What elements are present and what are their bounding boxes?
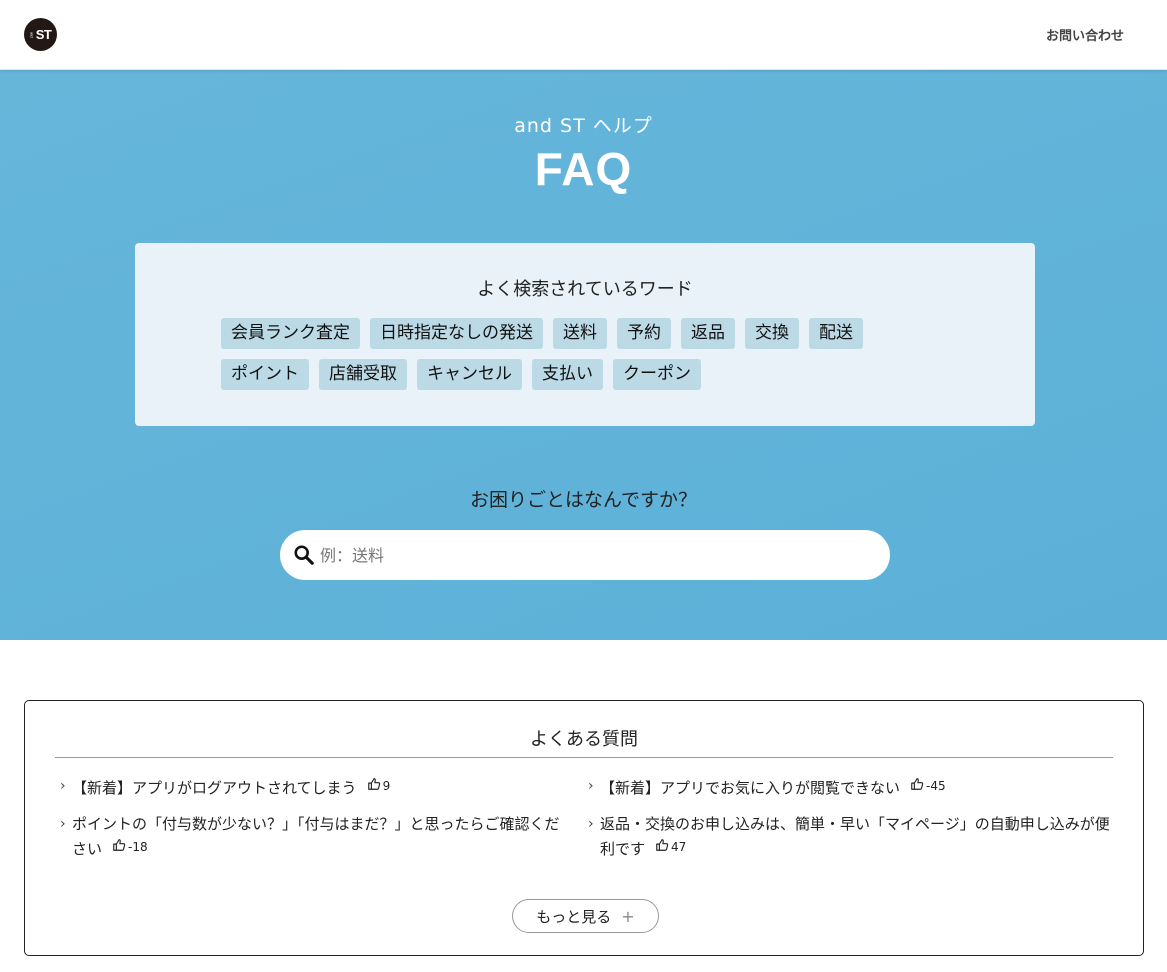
keyword-tag-cancel[interactable]: キャンセル — [417, 359, 522, 390]
keyword-tag-reservation[interactable]: 予約 — [617, 318, 671, 349]
faq-item[interactable]: › 返品・交換のお申し込みは、簡単・早い「マイページ」の自動申し込みが便利です 4… — [588, 813, 1113, 861]
faq-title: よくある質問 — [530, 729, 638, 750]
faq-divider — [55, 757, 1113, 758]
likes-count: 9 — [382, 779, 391, 793]
keyword-tag-points[interactable]: ポイント — [221, 359, 309, 390]
show-more-label: もっと見る — [536, 907, 612, 926]
faq-item-likes: -45 — [910, 778, 946, 793]
keyword-tag-payment[interactable]: 支払い — [532, 359, 603, 390]
logo-text: ST — [35, 27, 52, 42]
likes-count: 47 — [671, 840, 687, 854]
keyword-tag-delivery[interactable]: 配送 — [809, 318, 863, 349]
keyword-tag-exchange[interactable]: 交換 — [745, 318, 799, 349]
faq-item-likes: -18 — [112, 839, 148, 854]
keyword-row-2: ポイント 店舗受取 キャンセル 支払い クーポン — [221, 359, 701, 390]
keyword-tag-store-pickup[interactable]: 店舗受取 — [319, 359, 407, 390]
search-bar — [280, 530, 890, 580]
faq-item-text: 【新着】アプリがログアウトされてしまう — [72, 779, 357, 797]
keyword-tag-coupon[interactable]: クーポン — [613, 359, 701, 390]
contact-link[interactable]: お問い合わせ — [1046, 25, 1124, 44]
chevron-right-icon: › — [60, 778, 66, 794]
thumbs-up-icon — [113, 839, 126, 851]
likes-count: -18 — [128, 840, 148, 854]
logo-small-text: and — [29, 31, 35, 38]
keyword-tag-member-rank[interactable]: 会員ランク査定 — [221, 318, 360, 349]
faq-item-text: 【新着】アプリでお気に入りが閲覧できない — [600, 779, 901, 797]
site-header: and ST お問い合わせ — [0, 0, 1167, 70]
hero-subtitle: and ST ヘルプ — [514, 115, 653, 137]
chevron-right-icon: › — [588, 816, 594, 832]
search-heading: お困りごとはなんですか？ — [469, 489, 698, 511]
search-input[interactable] — [320, 530, 870, 580]
faq-item[interactable]: › 【新着】アプリがログアウトされてしまう 9 — [60, 775, 560, 800]
likes-count: -45 — [926, 779, 946, 793]
popular-keywords-title: よく検索されているワード — [477, 279, 693, 300]
chevron-right-icon: › — [588, 778, 594, 794]
popular-keywords-panel: よく検索されているワード 会員ランク査定 日時指定なしの発送 送料 予約 返品 … — [135, 243, 1035, 426]
thumbs-up-icon — [911, 778, 924, 790]
faq-item[interactable]: › ポイントの「付与数が少ない？」「付与はまだ？」と思ったらご確認ください -18 — [60, 813, 560, 861]
keyword-tag-return[interactable]: 返品 — [681, 318, 735, 349]
show-more-button[interactable]: もっと見る + — [512, 899, 659, 933]
thumbs-up-icon — [367, 778, 380, 790]
page-title: FAQ — [534, 143, 633, 195]
keyword-tag-shipping-fee[interactable]: 送料 — [553, 318, 607, 349]
search-icon[interactable] — [293, 544, 315, 566]
site-logo[interactable]: and ST — [24, 18, 57, 51]
chevron-right-icon: › — [60, 816, 66, 832]
faq-item[interactable]: › 【新着】アプリでお気に入りが閲覧できない -45 — [588, 775, 1113, 800]
faq-item-likes: 9 — [367, 778, 391, 793]
thumbs-up-icon — [656, 839, 669, 851]
keyword-tag-no-date-shipping[interactable]: 日時指定なしの発送 — [370, 318, 543, 349]
keyword-row-1: 会員ランク査定 日時指定なしの発送 送料 予約 返品 交換 配送 — [221, 318, 863, 349]
faq-panel: よくある質問 › 【新着】アプリがログアウトされてしまう 9 › 【新着】アプリで… — [24, 700, 1144, 956]
hero-section: and ST ヘルプ FAQ よく検索されているワード 会員ランク査定 日時指定… — [0, 70, 1167, 640]
faq-item-likes: 47 — [655, 839, 687, 854]
plus-icon: + — [621, 906, 635, 926]
